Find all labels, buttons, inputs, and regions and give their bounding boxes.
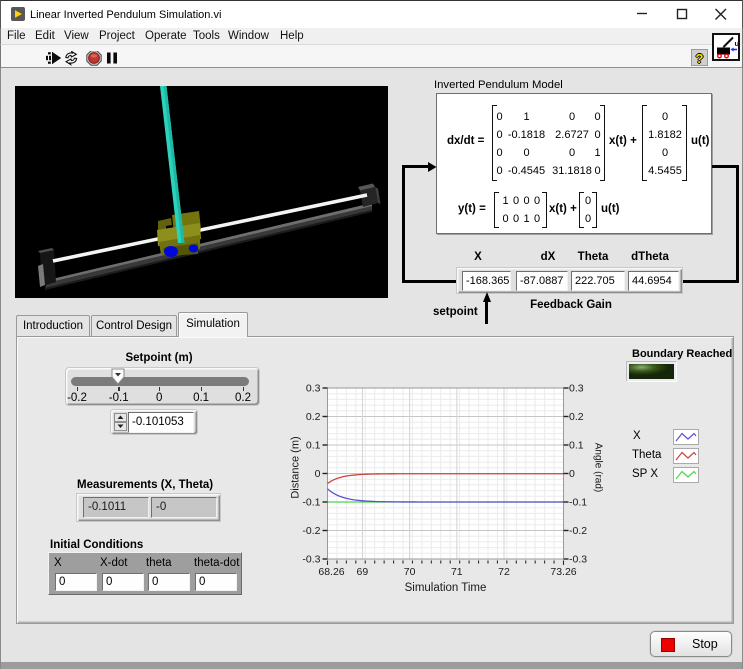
svg-text:73.26: 73.26	[550, 566, 576, 578]
svg-text:Angle (rad): Angle (rad)	[593, 443, 604, 492]
svg-text:0: 0	[315, 468, 321, 480]
svg-text:69: 69	[357, 566, 369, 578]
svg-text:-0.1: -0.1	[569, 497, 587, 509]
svg-text:0: 0	[569, 468, 575, 480]
svg-text:0.1: 0.1	[306, 440, 321, 452]
svg-text:0.2: 0.2	[306, 411, 321, 423]
svg-text:Distance (m): Distance (m)	[290, 436, 302, 498]
svg-text:-0.3: -0.3	[569, 554, 587, 566]
svg-text:72: 72	[498, 566, 510, 578]
svg-text:70: 70	[404, 566, 416, 578]
svg-text:68.26: 68.26	[318, 566, 344, 578]
svg-text:Simulation Time: Simulation Time	[405, 582, 487, 594]
svg-text:0.3: 0.3	[306, 383, 321, 395]
svg-text:u: u	[735, 39, 739, 48]
svg-text:-0.2: -0.2	[569, 525, 587, 537]
svg-text:71: 71	[451, 566, 463, 578]
svg-text:-0.2: -0.2	[302, 525, 320, 537]
svg-text:-0.3: -0.3	[302, 554, 320, 566]
svg-text:0.3: 0.3	[569, 383, 584, 395]
svg-text:0.1: 0.1	[569, 440, 584, 452]
svg-text:0.2: 0.2	[569, 411, 584, 423]
svg-text:-0.1: -0.1	[302, 497, 320, 509]
